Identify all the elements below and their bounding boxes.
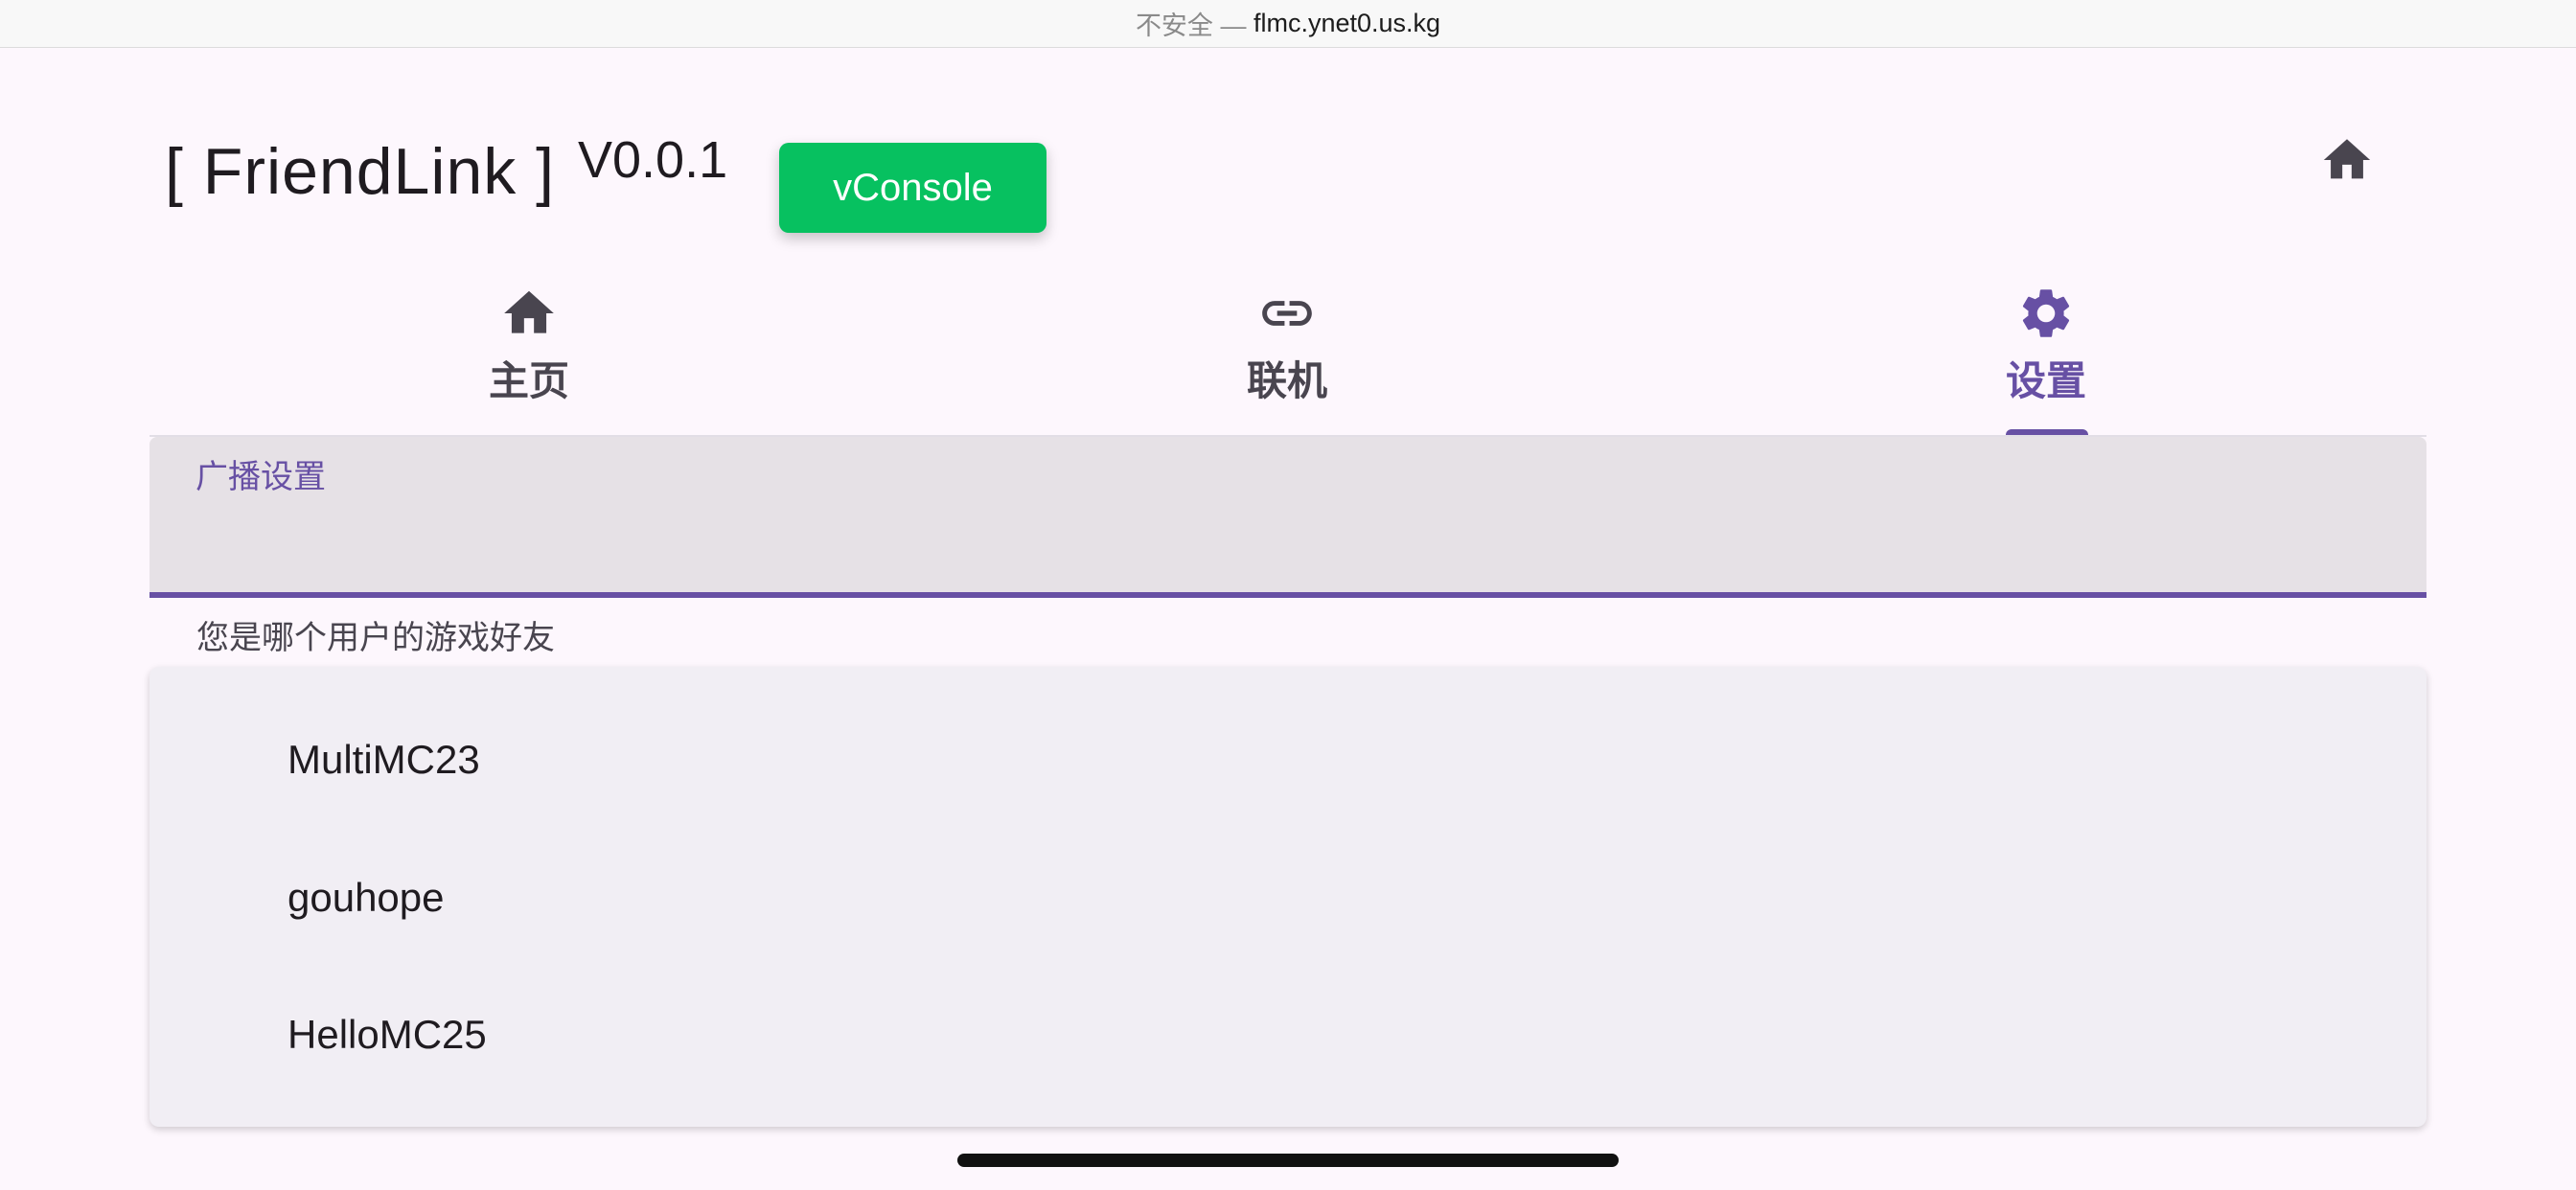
helper-text: 您是哪个用户的游戏好友 [196,619,555,657]
tab-label: 设置 [2005,357,2086,404]
broadcast-settings-select[interactable]: 广播设置 [150,437,2426,598]
app-version: V0.0.1 [578,131,728,189]
link-icon [1262,301,1312,326]
tab-settings[interactable]: 设置 [1902,284,2190,437]
insecure-label: 不安全 — [1135,11,1247,40]
gear-icon [2022,289,2070,337]
tab-home[interactable]: 主页 [385,284,673,437]
option-item[interactable]: MultiMC23 [288,731,480,789]
address-bar[interactable]: 不安全 — flmc.ynet0.us.kg [0,0,2576,48]
home-icon[interactable] [2317,132,2377,188]
vconsole-button[interactable]: vConsole [779,143,1046,233]
home-indicator-bar[interactable] [957,1154,1619,1167]
tab-label: 主页 [488,357,569,404]
tab-label: 联机 [1246,357,1327,404]
options-menu: MultiMC23 gouhope HelloMC25 [150,667,2426,1127]
url-domain: flmc.ynet0.us.kg [1253,9,1441,37]
field-label: 广播设置 [196,458,326,496]
tab-connect[interactable]: 联机 [1143,284,1431,437]
home-icon [504,290,554,333]
app-title: [ FriendLink ] [165,135,556,208]
option-item[interactable]: gouhope [288,869,445,927]
option-item[interactable]: HelloMC25 [288,1006,487,1064]
